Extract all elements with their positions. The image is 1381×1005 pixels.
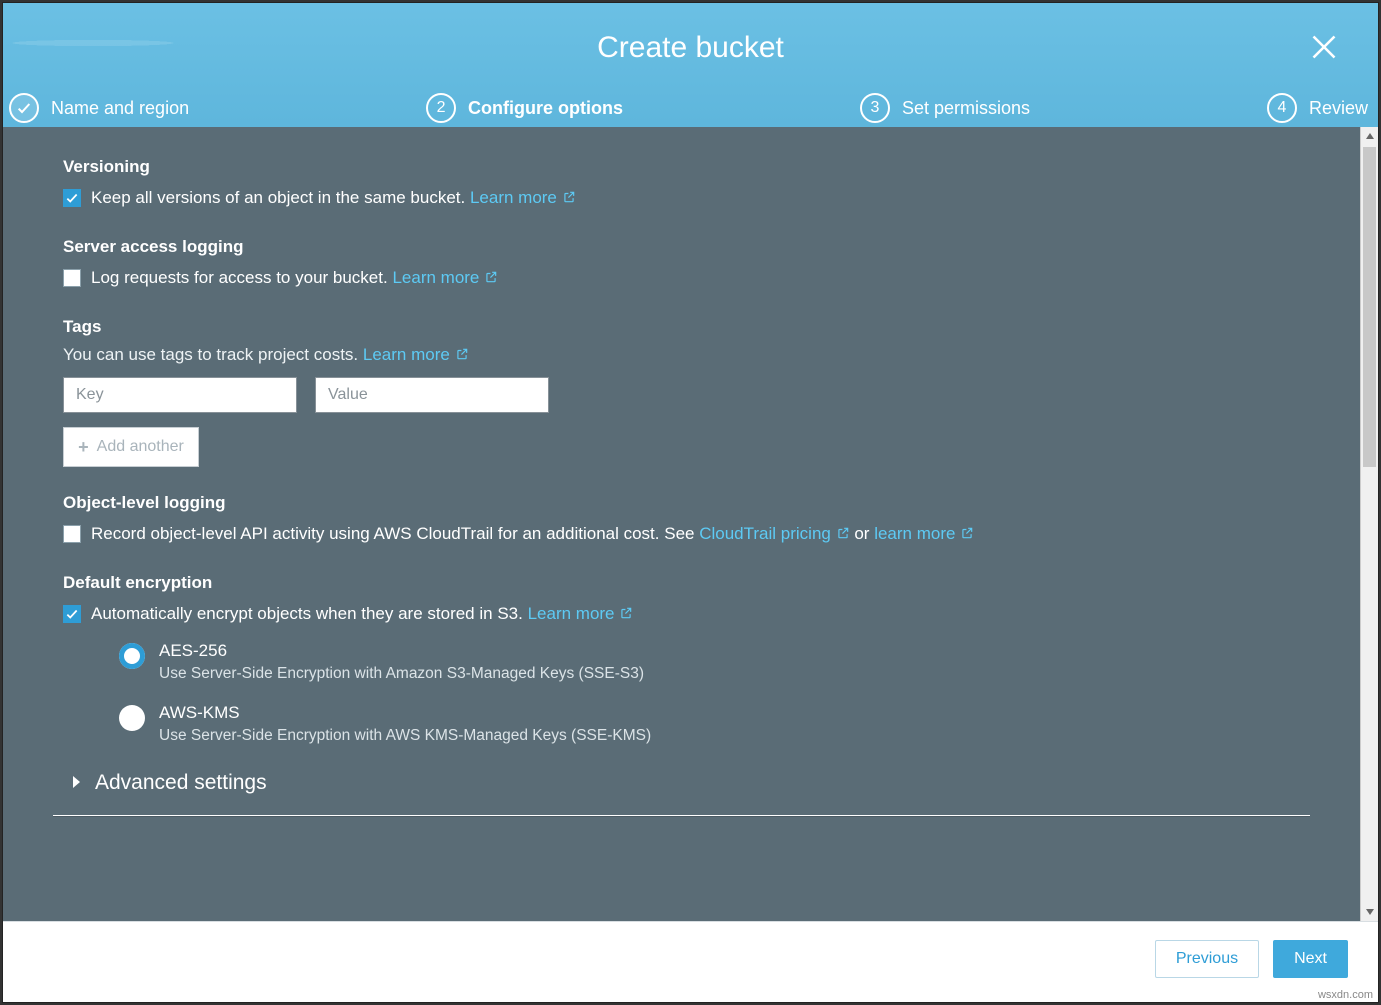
vertical-scrollbar[interactable] <box>1360 127 1378 921</box>
encryption-checkbox[interactable] <box>63 605 81 623</box>
checkbox-label: Record object-level API activity using A… <box>91 524 694 543</box>
step-label: Name and region <box>51 98 189 119</box>
external-link-icon <box>836 522 850 536</box>
learn-more-link[interactable]: learn more <box>874 524 974 543</box>
checkbox-label: Log requests for access to your bucket. <box>91 268 388 287</box>
add-another-button[interactable]: + Add another <box>63 427 199 467</box>
scroll-thumb[interactable] <box>1363 147 1376 467</box>
checkbox-label: Automatically encrypt objects when they … <box>91 604 523 623</box>
external-link-icon <box>562 186 576 200</box>
radio-description: Use Server-Side Encryption with AWS KMS-… <box>159 727 651 745</box>
step-label: Configure options <box>468 98 623 119</box>
section-heading: Default encryption <box>63 573 1300 593</box>
section-heading: Server access logging <box>63 237 1300 257</box>
versioning-section: Versioning Keep all versions of an objec… <box>63 157 1300 211</box>
button-label: Previous <box>1176 950 1238 968</box>
button-label: Next <box>1294 950 1327 968</box>
step-label: Set permissions <box>902 98 1030 119</box>
advanced-settings-toggle[interactable]: Advanced settings <box>63 771 1300 795</box>
create-bucket-modal: Create bucket Name and region 2 Configur… <box>3 3 1378 1002</box>
external-link-icon <box>484 266 498 280</box>
radio-title: AWS-KMS <box>159 703 651 723</box>
close-icon <box>1310 48 1338 65</box>
section-description: You can use tags to track project costs. <box>63 345 358 364</box>
or-text: or <box>854 524 874 543</box>
radio-button[interactable] <box>119 643 145 669</box>
versioning-checkbox[interactable] <box>63 189 81 207</box>
section-heading: Tags <box>63 317 1300 337</box>
learn-more-link[interactable]: Learn more <box>470 188 576 207</box>
radio-button[interactable] <box>119 705 145 731</box>
external-link-icon <box>619 602 633 616</box>
checkbox-label: Keep all versions of an object in the sa… <box>91 188 465 207</box>
step-number-icon: 2 <box>426 93 456 123</box>
radio-title: AES-256 <box>159 641 644 661</box>
learn-more-link[interactable]: Learn more <box>363 345 469 364</box>
plus-icon: + <box>78 437 89 458</box>
scroll-down-icon[interactable] <box>1361 903 1378 921</box>
server-access-logging-section: Server access logging Log requests for a… <box>63 237 1300 291</box>
step-number-icon: 4 <box>1267 93 1297 123</box>
advanced-settings-label: Advanced settings <box>95 771 267 795</box>
default-encryption-section: Default encryption Automatically encrypt… <box>63 573 1300 745</box>
close-button[interactable] <box>1310 33 1350 73</box>
step-review[interactable]: 4 Review <box>1267 93 1368 123</box>
cloudtrail-pricing-link[interactable]: CloudTrail pricing <box>699 524 854 543</box>
add-another-label: Add another <box>97 438 184 456</box>
encryption-option-aes256[interactable]: AES-256 Use Server-Side Encryption with … <box>119 641 1300 683</box>
tags-section: Tags You can use tags to track project c… <box>63 317 1300 467</box>
watermark-text: wsxdn.com <box>1318 989 1373 1001</box>
modal-title: Create bucket <box>597 31 784 65</box>
object-logging-checkbox[interactable] <box>63 525 81 543</box>
divider <box>53 815 1310 816</box>
learn-more-link[interactable]: Learn more <box>528 604 634 623</box>
section-heading: Versioning <box>63 157 1300 177</box>
tag-key-input[interactable] <box>63 377 297 413</box>
step-configure-options[interactable]: 2 Configure options <box>426 93 623 123</box>
section-heading: Object-level logging <box>63 493 1300 513</box>
wizard-steps: Name and region 2 Configure options 3 Se… <box>3 93 1378 127</box>
external-link-icon <box>455 346 469 360</box>
modal-footer: Previous Next <box>3 921 1378 1002</box>
scroll-up-icon[interactable] <box>1361 127 1378 145</box>
encryption-option-awskms[interactable]: AWS-KMS Use Server-Side Encryption with … <box>119 703 1300 745</box>
tag-value-input[interactable] <box>315 377 549 413</box>
logging-checkbox[interactable] <box>63 269 81 287</box>
check-icon <box>9 93 39 123</box>
modal-header: Create bucket Name and region 2 Configur… <box>3 3 1378 127</box>
step-name-and-region[interactable]: Name and region <box>9 93 189 123</box>
encryption-radio-group: AES-256 Use Server-Side Encryption with … <box>63 641 1300 745</box>
external-link-icon <box>960 522 974 536</box>
step-label: Review <box>1309 98 1368 119</box>
radio-description: Use Server-Side Encryption with Amazon S… <box>159 665 644 683</box>
step-set-permissions[interactable]: 3 Set permissions <box>860 93 1030 123</box>
step-number-icon: 3 <box>860 93 890 123</box>
object-level-logging-section: Object-level logging Record object-level… <box>63 493 1300 547</box>
modal-content: Versioning Keep all versions of an objec… <box>3 127 1360 921</box>
learn-more-link[interactable]: Learn more <box>392 268 498 287</box>
previous-button[interactable]: Previous <box>1155 940 1259 978</box>
caret-right-icon <box>71 771 81 795</box>
next-button[interactable]: Next <box>1273 940 1348 978</box>
